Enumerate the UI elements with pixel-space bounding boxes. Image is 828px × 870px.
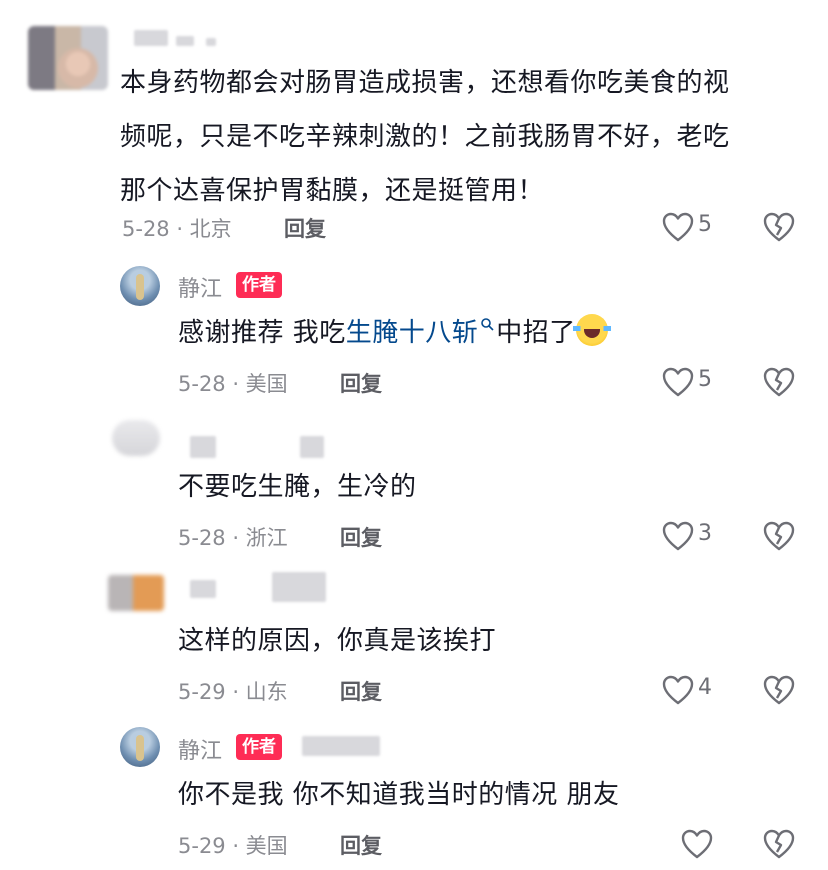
reply-target-blurred[interactable] [302,736,380,756]
broken-heart-icon[interactable] [763,367,795,397]
reply-date-location: 5-29 · 山东 [178,680,288,704]
avatar[interactable] [108,575,164,611]
heart-outline-icon[interactable] [662,367,694,397]
username-blurred[interactable] [272,572,326,602]
username-blurred[interactable] [176,36,194,46]
reply-button[interactable]: 回复 [340,676,382,706]
avatar[interactable] [120,266,160,306]
broken-heart-icon[interactable] [763,521,795,551]
like-count: 5 [698,212,712,237]
reply-text: 感谢推荐 我吃生腌十八斩 中招了 [178,306,611,360]
username-blurred[interactable] [190,580,216,598]
heart-outline-icon[interactable] [662,521,694,551]
like-count: 3 [698,521,712,546]
reply-text: 你不是我 你不知道我当时的情况 朋友 [178,780,620,810]
search-link[interactable]: 生腌十八斩 [346,318,479,348]
heart-outline-icon[interactable] [662,675,694,705]
reply-text-before: 感谢推荐 我吃 [178,318,346,348]
comment-date-location: 5-28 · 北京 [122,217,232,241]
author-badge: 作者 [236,272,282,298]
avatar[interactable] [28,26,108,90]
broken-heart-icon[interactable] [763,212,795,242]
reply-button[interactable]: 回复 [340,522,382,552]
reply-date-location: 5-28 · 浙江 [178,526,288,550]
comment-line: 频呢，只是不吃辛辣刺激的！之前我肠胃不好，老吃 [120,122,730,152]
avatar[interactable] [120,727,160,767]
reply-date-location: 5-29 · 美国 [178,834,288,858]
author-badge: 作者 [236,734,282,760]
reply-author-name[interactable]: 静江 [178,271,222,303]
comment-line: 本身药物都会对肠胃造成损害，还想看你吃美食的视 [120,68,730,98]
reply-text: 不要吃生腌，生冷的 [178,472,417,502]
reply-button[interactable]: 回复 [284,213,326,243]
avatar[interactable] [112,420,160,456]
username-blurred[interactable] [206,38,216,46]
heart-outline-icon[interactable] [681,829,713,859]
reply-author-name[interactable]: 静江 [178,733,222,765]
broken-heart-icon[interactable] [763,829,795,859]
username-blurred[interactable] [300,436,324,458]
reply-text: 这样的原因，你真是该挨打 [178,626,497,656]
username-blurred[interactable] [134,30,168,46]
rolling-laughing-emoji [572,314,611,346]
heart-outline-icon[interactable] [662,212,694,242]
reply-text-after: 中招了 [496,318,576,348]
like-count: 4 [698,675,712,700]
reply-button[interactable]: 回复 [340,368,382,398]
like-count: 5 [698,367,712,392]
comment-line: 那个达喜保护胃黏膜，还是挺管用！ [120,176,545,206]
reply-date-location: 5-28 · 美国 [178,372,288,396]
broken-heart-icon[interactable] [763,675,795,705]
username-blurred[interactable] [190,436,216,458]
search-icon[interactable] [480,317,494,331]
reply-button[interactable]: 回复 [340,830,382,860]
comment-text: 本身药物都会对肠胃造成损害，还想看你吃美食的视 频呢，只是不吃辛辣刺激的！之前我… [120,56,820,218]
